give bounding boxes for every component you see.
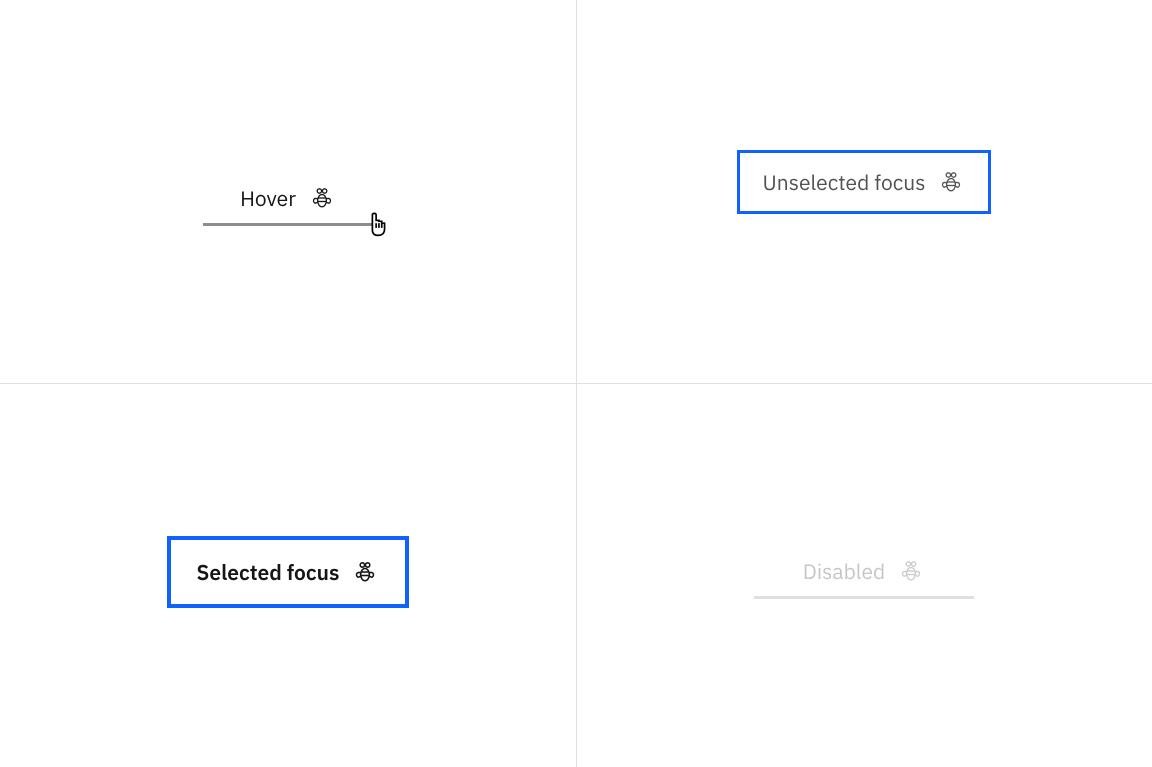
tab-disabled: Disabled [754,543,974,599]
bee-icon [897,557,925,585]
tab-hover[interactable]: Hover [203,170,373,226]
unselected-focus-quadrant: Unselected focus [576,0,1152,383]
tab-label: Unselected focus [763,168,926,196]
horizontal-divider [0,383,1152,384]
disabled-state-quadrant: Disabled [576,383,1152,767]
tab-label: Selected focus [197,558,340,586]
pointer-cursor-icon [363,211,393,241]
bee-icon [937,168,965,196]
bee-icon [308,184,336,212]
hover-state-quadrant: Hover [0,0,576,383]
tab-selected-focus[interactable]: Selected focus [167,536,410,608]
selected-focus-quadrant: Selected focus [0,383,576,767]
bee-icon [351,558,379,586]
tab-label: Hover [240,184,296,212]
tab-unselected-focus[interactable]: Unselected focus [737,150,992,214]
tab-label: Disabled [803,557,885,585]
